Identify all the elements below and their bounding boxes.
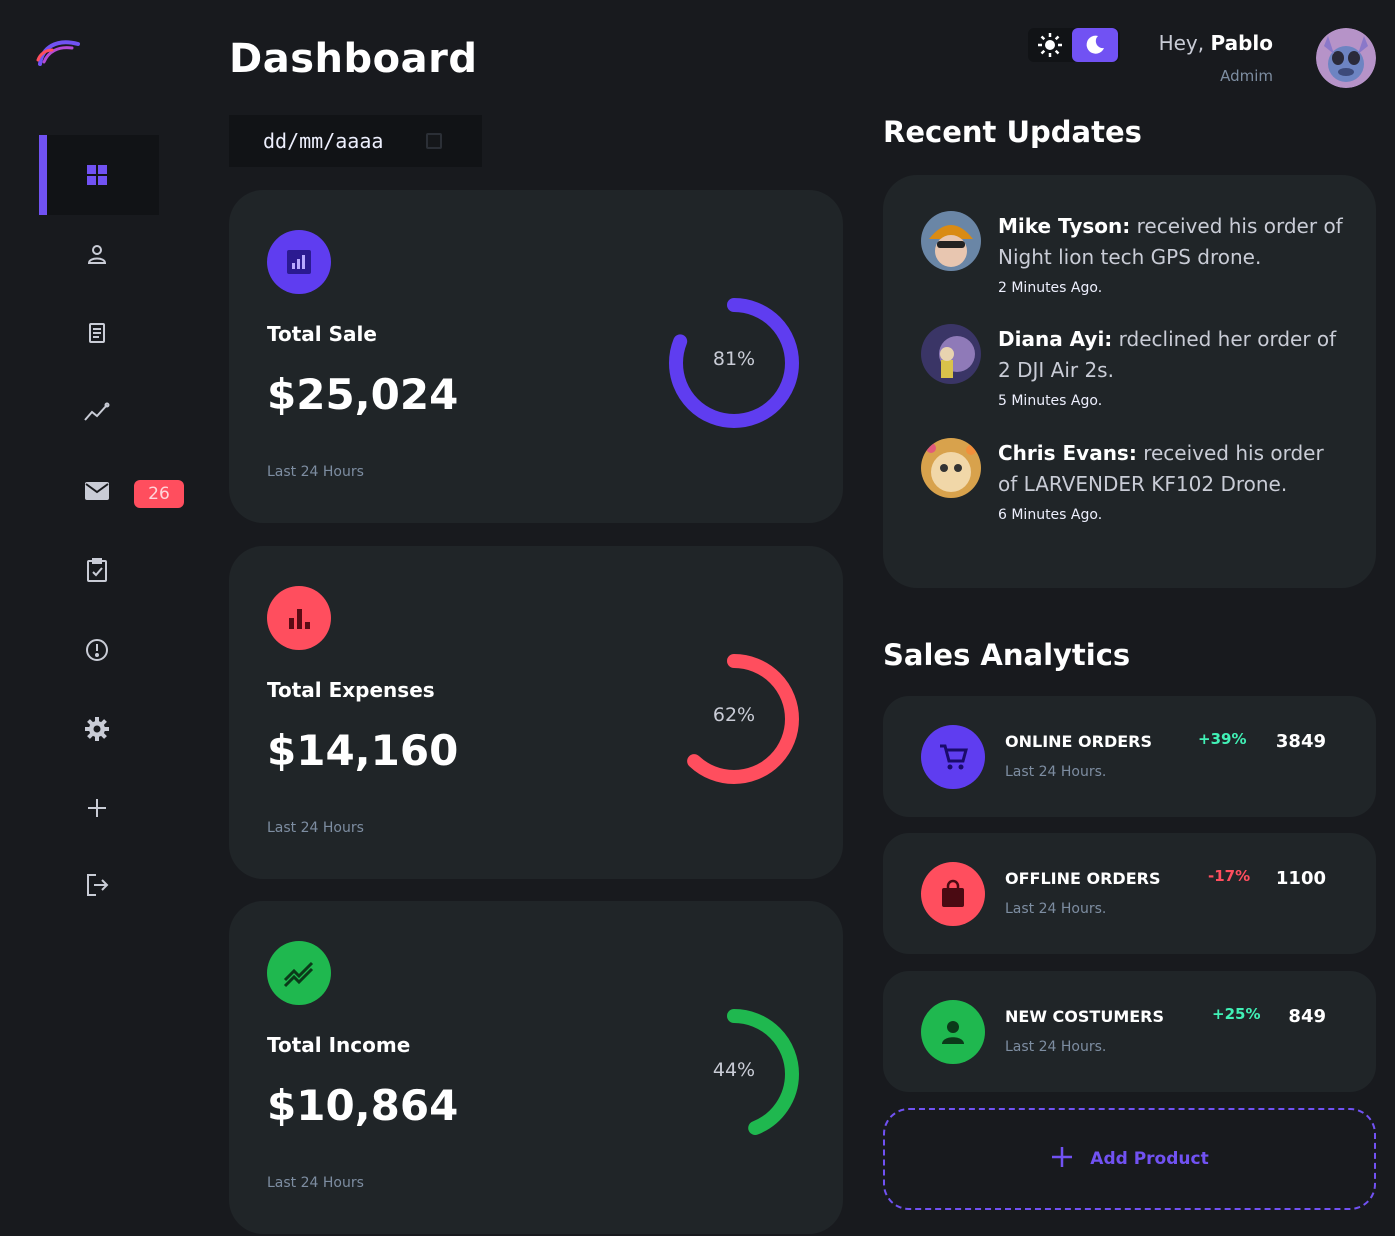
page-title: Dashboard bbox=[229, 36, 478, 82]
greeting-text: Hey, bbox=[1158, 31, 1205, 55]
logout-icon bbox=[83, 871, 111, 899]
user-role: Admim bbox=[1220, 67, 1273, 85]
analytic-change: +25% bbox=[1212, 1005, 1261, 1023]
card-label: Total Expenses bbox=[267, 678, 435, 702]
analytic-value: 3849 bbox=[1275, 731, 1326, 752]
update-name: Diana Ayi: bbox=[998, 327, 1113, 351]
avatar[interactable] bbox=[1316, 28, 1376, 88]
stocks-icon bbox=[267, 941, 331, 1005]
grid-icon bbox=[83, 161, 111, 189]
card-percent: 62% bbox=[712, 704, 756, 726]
analytic-subtitle: Last 24 Hours. bbox=[1005, 1039, 1107, 1055]
update-time: 6 Minutes Ago. bbox=[998, 507, 1103, 523]
insights-icon bbox=[83, 398, 111, 426]
card-amount: $25,024 bbox=[267, 370, 459, 419]
card-label: Total Income bbox=[267, 1033, 411, 1057]
avatar bbox=[921, 324, 981, 384]
settings-icon bbox=[83, 715, 111, 743]
sales-analytics-title: Sales Analytics bbox=[883, 638, 1131, 672]
analytic-change: +39% bbox=[1198, 730, 1247, 748]
add-icon bbox=[1050, 1145, 1074, 1174]
inventory-icon bbox=[83, 556, 111, 584]
analytics-icon bbox=[267, 230, 331, 294]
offline-orders-item[interactable]: OFFLINE ORDERS Last 24 Hours. -17% 1100 bbox=[883, 833, 1376, 954]
add-icon bbox=[83, 794, 111, 822]
card-percent: 81% bbox=[712, 348, 756, 370]
recent-updates-panel: Mike Tyson: received his order of Night … bbox=[883, 175, 1376, 588]
total-income-card: Total Income $10,864 Last 24 Hours 44% bbox=[229, 901, 843, 1234]
sidebar-item-messages[interactable]: 26 bbox=[39, 471, 184, 511]
card-percent: 44% bbox=[712, 1059, 756, 1081]
card-footer: Last 24 Hours bbox=[267, 1175, 364, 1191]
analytic-change: -17% bbox=[1208, 867, 1251, 885]
sidebar-item-logout[interactable] bbox=[39, 865, 159, 905]
analytic-value: 1100 bbox=[1275, 868, 1326, 889]
recent-updates-title: Recent Updates bbox=[883, 115, 1142, 149]
sidebar-item-dashboard[interactable] bbox=[39, 135, 159, 215]
analytic-name: ONLINE ORDERS bbox=[1005, 732, 1153, 751]
card-label: Total Sale bbox=[267, 322, 377, 346]
receipt-icon bbox=[83, 319, 111, 347]
user-icon bbox=[83, 240, 111, 268]
date-placeholder: dd/mm/aaaa bbox=[263, 129, 384, 153]
sidebar-item-products[interactable] bbox=[39, 550, 159, 590]
update-name: Mike Tyson: bbox=[998, 214, 1131, 238]
avatar bbox=[921, 211, 981, 271]
person-icon bbox=[921, 1000, 985, 1064]
add-product-label: Add Product bbox=[1090, 1149, 1209, 1169]
sidebar-item-add[interactable] bbox=[39, 788, 159, 828]
total-expenses-card: Total Expenses $14,160 Last 24 Hours 62% bbox=[229, 546, 843, 879]
update-time: 5 Minutes Ago. bbox=[998, 393, 1103, 409]
total-sale-card: Total Sale $25,024 Last 24 Hours 81% bbox=[229, 190, 843, 523]
analytic-subtitle: Last 24 Hours. bbox=[1005, 764, 1107, 780]
update-name: Chris Evans: bbox=[998, 441, 1137, 465]
card-amount: $14,160 bbox=[267, 726, 459, 775]
messages-badge: 26 bbox=[134, 480, 184, 508]
analytic-value: 849 bbox=[1288, 1006, 1326, 1027]
shopping-bag-icon bbox=[921, 862, 985, 926]
mail-icon bbox=[83, 477, 111, 505]
update-time: 2 Minutes Ago. bbox=[998, 280, 1103, 296]
sidebar-item-customers[interactable] bbox=[39, 234, 159, 274]
new-customers-item[interactable]: NEW COSTUMERS Last 24 Hours. +25% 849 bbox=[883, 971, 1376, 1092]
online-orders-item[interactable]: ONLINE ORDERS Last 24 Hours. +39% 3849 bbox=[883, 696, 1376, 817]
sidebar-item-orders[interactable] bbox=[39, 313, 159, 353]
sun-icon[interactable] bbox=[1028, 28, 1072, 62]
analytic-subtitle: Last 24 Hours. bbox=[1005, 901, 1107, 917]
moon-icon[interactable] bbox=[1072, 28, 1118, 62]
add-product-button[interactable]: Add Product bbox=[883, 1108, 1376, 1210]
brand-logo bbox=[36, 34, 84, 66]
sidebar-item-reports[interactable] bbox=[39, 630, 159, 670]
theme-toggle[interactable] bbox=[1028, 28, 1120, 62]
sidebar-item-settings[interactable] bbox=[39, 709, 159, 749]
analytic-name: NEW COSTUMERS bbox=[1005, 1007, 1165, 1026]
report-icon bbox=[83, 636, 111, 664]
analytic-name: OFFLINE ORDERS bbox=[1005, 869, 1161, 888]
greeting: Hey, Pablo bbox=[1159, 31, 1273, 55]
avatar bbox=[921, 438, 981, 498]
calendar-icon[interactable] bbox=[426, 133, 442, 149]
sidebar-item-analytics[interactable] bbox=[39, 392, 159, 432]
cart-icon bbox=[921, 725, 985, 789]
card-footer: Last 24 Hours bbox=[267, 464, 364, 480]
card-amount: $10,864 bbox=[267, 1081, 459, 1130]
user-name: Pablo bbox=[1210, 31, 1273, 55]
card-footer: Last 24 Hours bbox=[267, 820, 364, 836]
date-input[interactable]: dd/mm/aaaa bbox=[229, 115, 482, 167]
bar-chart-icon bbox=[267, 586, 331, 650]
